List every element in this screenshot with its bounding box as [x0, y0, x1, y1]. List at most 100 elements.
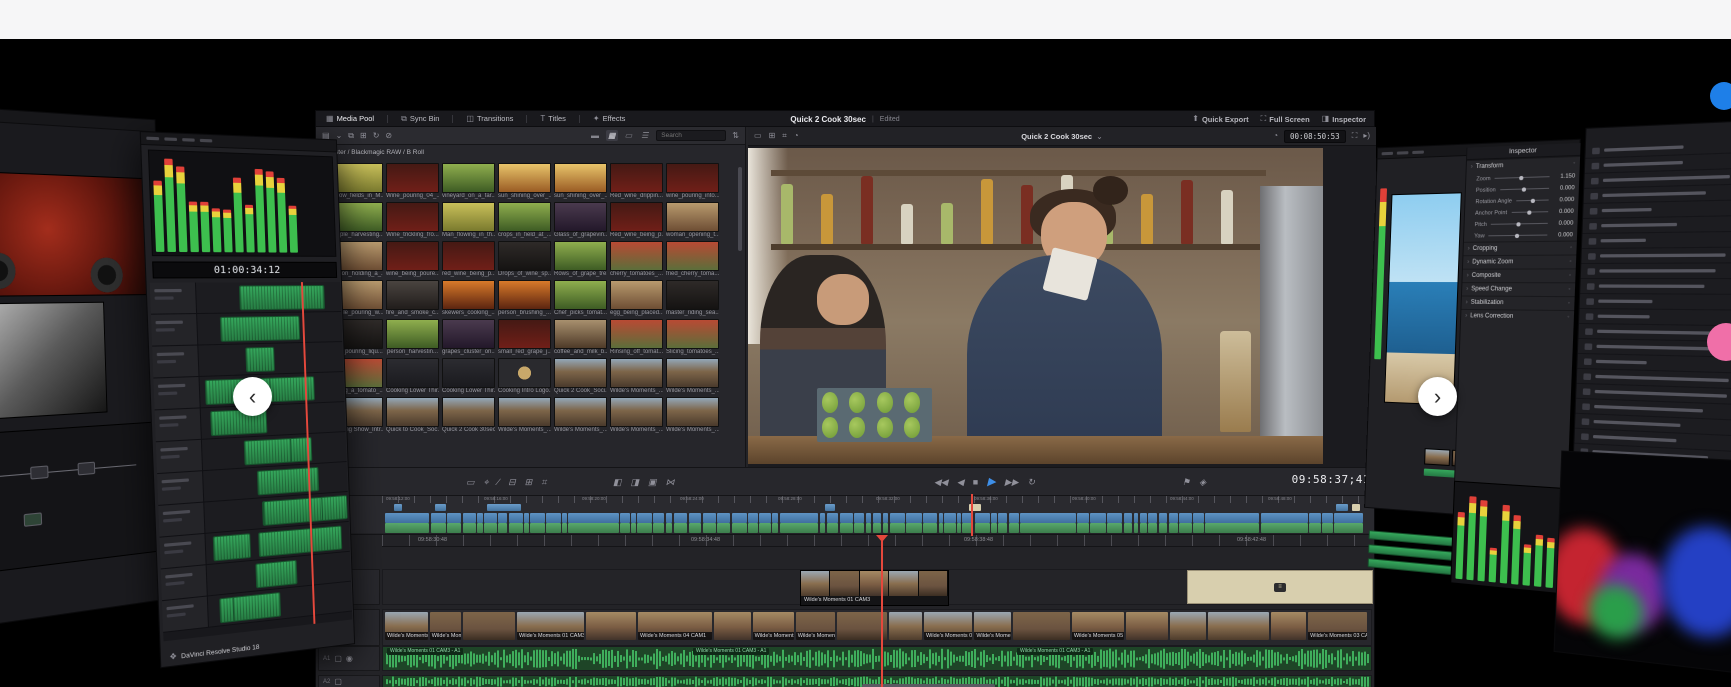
- strip-video-clip[interactable]: [546, 513, 561, 523]
- track-name-cell[interactable]: [150, 283, 197, 314]
- track-name-cell[interactable]: [158, 503, 205, 537]
- audio-clip[interactable]: [255, 560, 297, 589]
- strip-video-clip[interactable]: [1261, 513, 1308, 523]
- select-tool-icon[interactable]: ▭: [466, 478, 475, 487]
- media-clip[interactable]: fire_and_smoke_c...: [386, 280, 439, 317]
- timeline-video-clip[interactable]: [1271, 612, 1306, 640]
- strip-audio-clip[interactable]: [923, 523, 937, 533]
- media-clip[interactable]: Wilde's Moments_...: [554, 397, 607, 434]
- track-header-a1[interactable]: A1 ▢ ◉: [318, 646, 380, 671]
- strip-audio-clip[interactable]: [820, 523, 826, 533]
- trim-tool-icon[interactable]: ⌖: [484, 478, 489, 487]
- timeline-video-clip[interactable]: [1126, 612, 1168, 640]
- audio-clip[interactable]: [213, 533, 251, 561]
- strip-video-clip[interactable]: [562, 513, 567, 523]
- strip-audio-clip[interactable]: [568, 523, 618, 533]
- strip-video-clip[interactable]: [866, 513, 871, 523]
- color-node[interactable]: [30, 465, 48, 479]
- inspector-section[interactable]: › Lens Correction ◦: [1461, 309, 1574, 324]
- list-view-icon[interactable]: ☰: [639, 130, 650, 141]
- strip-video-clip[interactable]: [1077, 513, 1089, 523]
- import-media-icon[interactable]: ⧉: [348, 132, 354, 140]
- media-clip[interactable]: Chef_picks_tomat...: [554, 280, 607, 317]
- transition-icon[interactable]: ⋈: [666, 478, 675, 487]
- play-button[interactable]: ▶: [987, 477, 995, 488]
- tab-media-pool[interactable]: ▦ Media Pool: [326, 114, 374, 123]
- timeline-video-clip[interactable]: Wilde's Moments 01 CAM3: [924, 612, 972, 640]
- sort-icon[interactable]: ⇅: [732, 132, 739, 140]
- strip-title-clip[interactable]: [1336, 504, 1348, 511]
- expand-icon[interactable]: ⛶: [1352, 132, 1358, 140]
- timeline-video-clip[interactable]: Wilde's Moments 04 CAM1: [638, 612, 712, 640]
- strip-video-clip[interactable]: [883, 513, 889, 523]
- list-item[interactable]: [1580, 294, 1731, 311]
- color-node[interactable]: [24, 512, 43, 527]
- overwrite-icon[interactable]: ⌗: [541, 478, 546, 487]
- strip-video-clip[interactable]: [674, 513, 688, 523]
- strip-audio-clip[interactable]: [1261, 523, 1308, 533]
- breadcrumb[interactable]: Master / Blackmagic RAW / B Roll: [326, 149, 424, 156]
- strip-video-clip[interactable]: [703, 513, 716, 523]
- timeline-video-clip[interactable]: [1013, 612, 1070, 640]
- strip-audio-clip[interactable]: [1020, 523, 1076, 533]
- link-icon[interactable]: ⊘: [385, 132, 392, 140]
- strip-video-clip[interactable]: [820, 513, 826, 523]
- import-folder-icon[interactable]: ⊞: [360, 132, 367, 140]
- timeline-video-clip[interactable]: [889, 612, 922, 640]
- list-item[interactable]: [1581, 263, 1731, 279]
- strip-audio-clip[interactable]: [873, 523, 882, 533]
- strip-video-clip[interactable]: [975, 513, 990, 523]
- strip-audio-clip[interactable]: [463, 523, 477, 533]
- strip-audio-clip[interactable]: [1159, 523, 1168, 533]
- inspector-section[interactable]: › Dynamic Zoom ◦: [1463, 254, 1576, 268]
- strip-audio-clip[interactable]: [620, 523, 630, 533]
- track-name-cell[interactable]: [152, 346, 199, 378]
- audio-clip[interactable]: [243, 438, 292, 465]
- strip-video-clip[interactable]: [1334, 513, 1362, 523]
- strip-audio-clip[interactable]: [1179, 523, 1191, 533]
- tab-sync-bin[interactable]: ⧉ Sync Bin: [401, 114, 439, 123]
- media-clip[interactable]: skewers_cooking_...: [442, 280, 495, 317]
- track-name-cell[interactable]: [153, 377, 200, 409]
- strip-audio-clip[interactable]: [1107, 523, 1122, 533]
- strip-title-clip[interactable]: [394, 504, 402, 511]
- strip-audio-clip[interactable]: [1090, 523, 1106, 533]
- list-item[interactable]: [1582, 216, 1731, 234]
- media-clip[interactable]: Cooking Lower Thir...: [442, 358, 495, 395]
- strip-video-clip[interactable]: [748, 513, 758, 523]
- strip-video-clip[interactable]: [631, 513, 636, 523]
- strip-audio-clip[interactable]: [1334, 523, 1362, 533]
- grid-overlay-icon[interactable]: ⊞: [769, 132, 776, 140]
- media-clip[interactable]: Wilde's Moments_...: [610, 358, 663, 395]
- strip-audio-clip[interactable]: [1205, 523, 1259, 533]
- timeline-video-clip[interactable]: Wilde's Moments 01 CAM3: [517, 612, 584, 640]
- strip-audio-clip[interactable]: [732, 523, 747, 533]
- strip-title-clip[interactable]: [825, 504, 835, 511]
- strip-audio-clip[interactable]: [759, 523, 771, 533]
- timeline-video-clip[interactable]: Wilde's Moments 05 CAM1: [753, 612, 794, 640]
- media-pool-scrollbar[interactable]: [738, 167, 742, 251]
- strip-audio-clip[interactable]: [524, 523, 529, 533]
- strip-video-clip[interactable]: [1159, 513, 1168, 523]
- media-clip[interactable]: Rinsing_off_tomat...: [610, 319, 663, 356]
- strip-video-clip[interactable]: [1193, 513, 1204, 523]
- strip-audio-clip[interactable]: [840, 523, 853, 533]
- strip-video-clip[interactable]: [1322, 513, 1332, 523]
- media-clip[interactable]: master_riding_sea...: [666, 280, 719, 317]
- strip-title-clip[interactable]: [435, 504, 446, 511]
- media-clip[interactable]: sun_shining_over_...: [554, 163, 607, 200]
- strip-audio-clip[interactable]: [854, 523, 864, 533]
- strip-video-clip[interactable]: [524, 513, 529, 523]
- strip-playhead[interactable]: [971, 494, 973, 536]
- media-clip[interactable]: vineyard_on_a_far...: [442, 163, 495, 200]
- strip-audio-clip[interactable]: [1134, 523, 1139, 533]
- strip-video-clip[interactable]: [1148, 513, 1157, 523]
- strip-video-clip[interactable]: [998, 513, 1007, 523]
- timeline-video-clip[interactable]: [1170, 612, 1206, 640]
- media-clip[interactable]: Drops_of_wine_sp...: [498, 241, 551, 278]
- media-clip[interactable]: Cooking Intro Logo...: [498, 358, 551, 395]
- chevron-down-icon[interactable]: ⌄: [336, 132, 343, 140]
- audio-clip[interactable]: [258, 526, 342, 558]
- strip-audio-clip[interactable]: [562, 523, 567, 533]
- media-clip[interactable]: woman_opening_t...: [666, 202, 719, 239]
